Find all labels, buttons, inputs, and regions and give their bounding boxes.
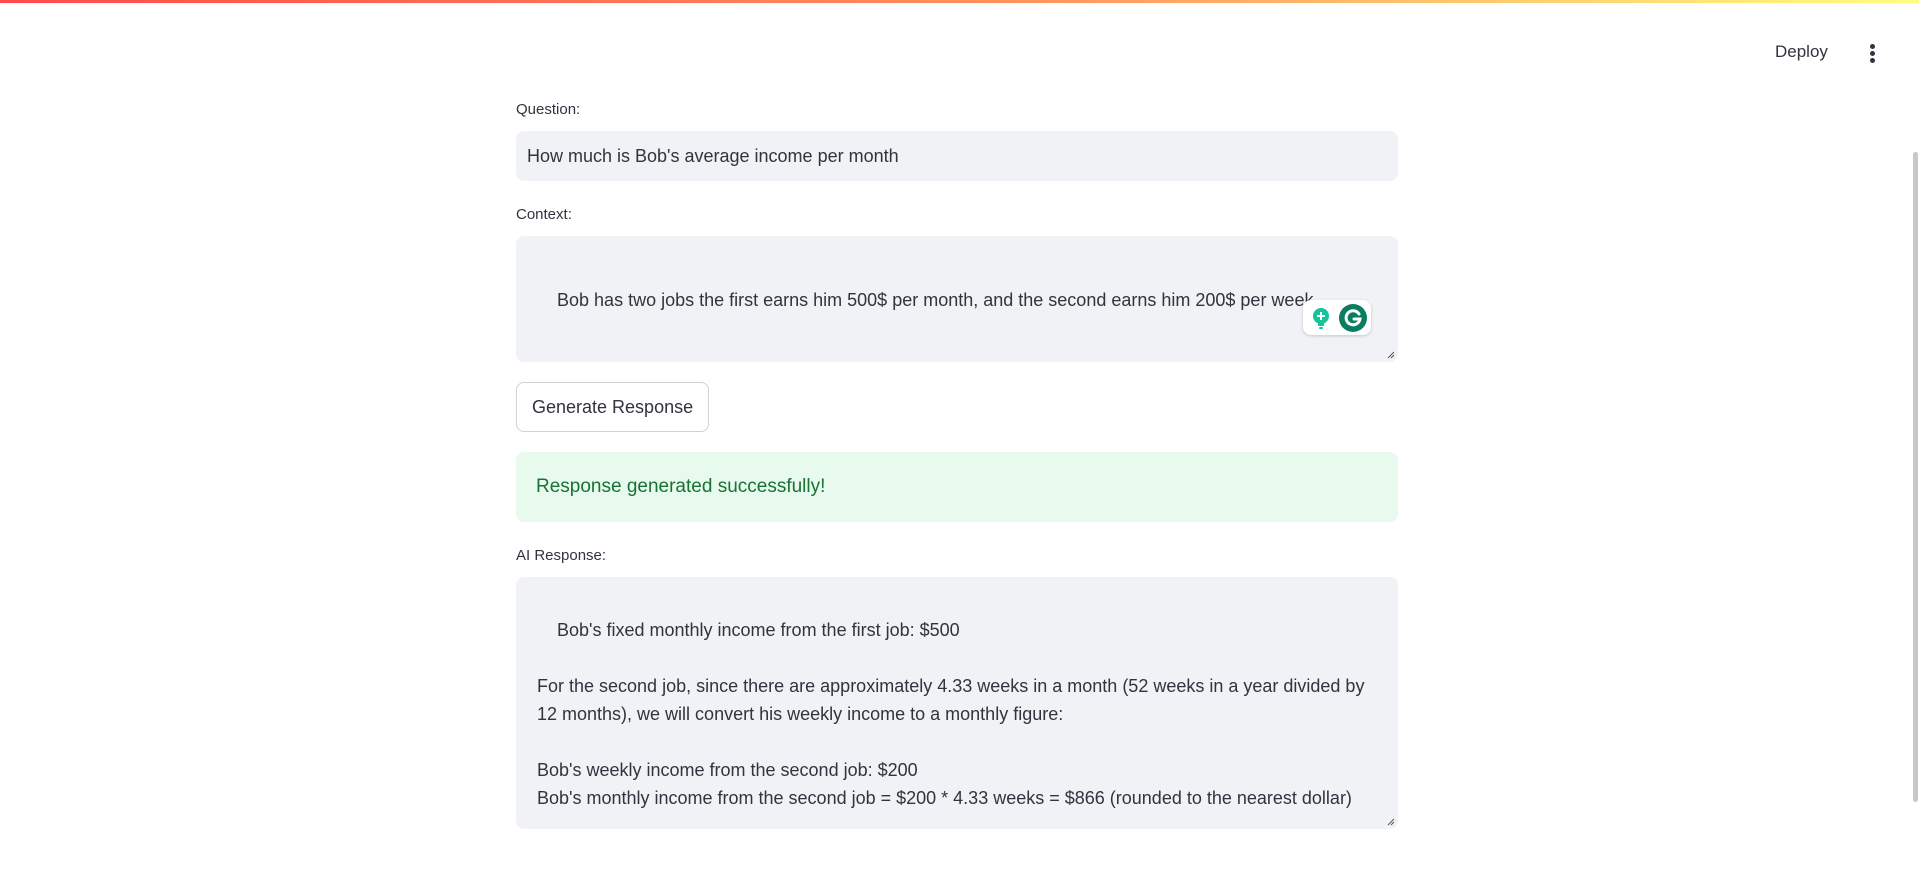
question-input[interactable]: How much is Bob's average income per mon… [516,131,1398,181]
resize-handle-icon[interactable] [1387,818,1395,826]
generate-response-button[interactable]: Generate Response [516,382,710,432]
context-label: Context: [516,206,572,223]
grammarly-widget[interactable] [1303,300,1371,335]
success-message: Response generated successfully! [536,476,826,497]
context-textarea[interactable]: Bob has two jobs the first earns him 500… [516,236,1398,362]
lightbulb-icon[interactable] [1309,306,1333,330]
grammarly-logo-icon[interactable] [1338,303,1368,333]
app-header [0,3,1919,55]
context-text: Bob has two jobs the first earns him 500… [557,290,1314,310]
resize-handle-icon[interactable] [1387,351,1395,359]
page-scrollbar[interactable] [1913,152,1918,802]
ai-response-textarea[interactable]: Bob's fixed monthly income from the firs… [516,577,1398,829]
ai-response-text: Bob's fixed monthly income from the firs… [537,620,1365,808]
ai-response-label: AI Response: [516,547,607,564]
success-alert: Response generated successfully! [516,452,1398,522]
deploy-button[interactable]: Deploy [1775,42,1828,62]
vertical-ellipsis-icon [1864,44,1880,63]
main-menu-button[interactable] [1864,44,1880,66]
question-label: Question: [516,101,581,118]
